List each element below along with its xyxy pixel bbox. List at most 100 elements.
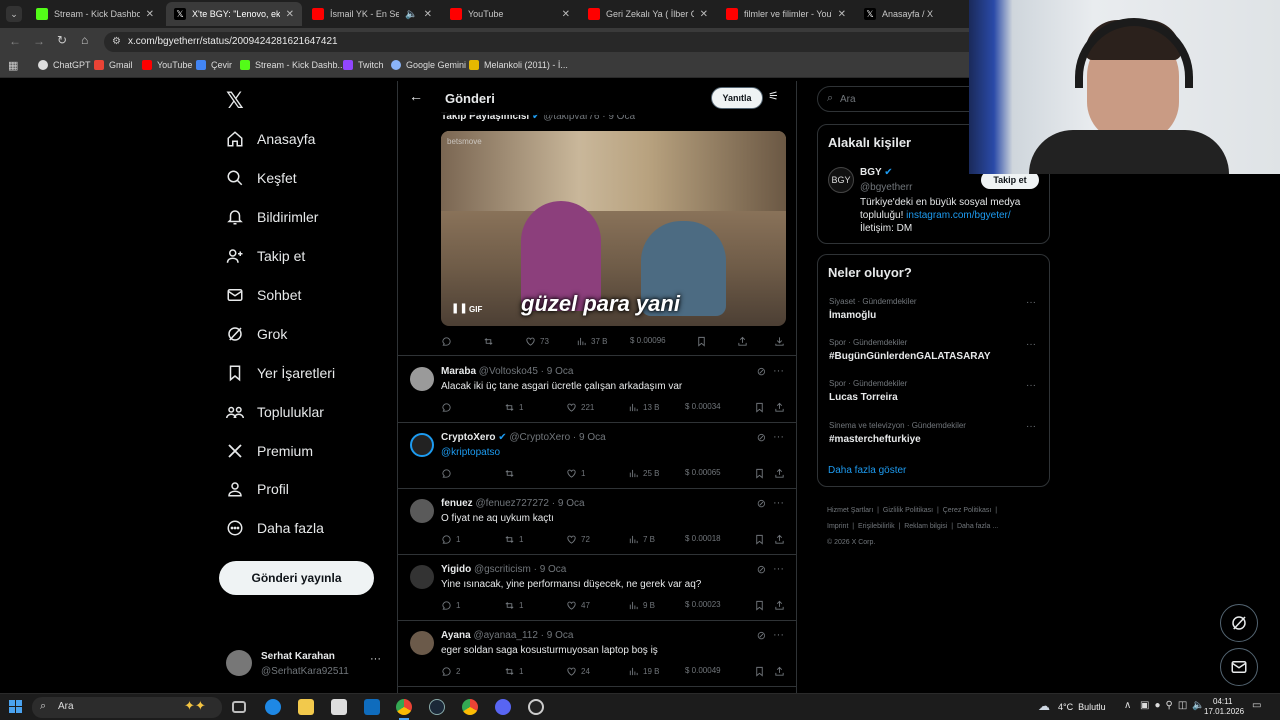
bookmark-melankoli[interactable]: Melankoli (2011) - İ... xyxy=(469,60,568,70)
reply-action[interactable]: 1 xyxy=(441,534,460,545)
nav-more[interactable]: Daha fazla xyxy=(226,519,324,537)
weather-text[interactable]: 4°C Bulutlu xyxy=(1058,702,1106,712)
retweet-action[interactable]: 1 xyxy=(504,666,523,677)
download-action[interactable] xyxy=(774,336,789,347)
nav-grok[interactable]: Grok xyxy=(226,325,287,343)
footer-link[interactable]: Imprint xyxy=(827,523,848,530)
views-action[interactable]: 25 B xyxy=(628,468,659,479)
bookmark-twitch[interactable]: Twitch xyxy=(343,60,384,70)
tray-chevron-icon[interactable]: ∧ xyxy=(1124,700,1131,711)
show-more-link[interactable]: Daha fazla göster xyxy=(828,465,906,476)
bookmark-youtube[interactable]: YouTube xyxy=(142,60,192,70)
share-action[interactable] xyxy=(774,468,789,479)
taskbar-search[interactable]: ⌕ Ara ✦✦ xyxy=(32,697,222,718)
retweet-action[interactable] xyxy=(504,468,519,479)
footer-link[interactable]: Reklam bilgisi xyxy=(904,523,947,530)
grok-analyze-icon[interactable]: ⊘ xyxy=(757,365,766,378)
footer-link[interactable]: Gizlilik Politikası xyxy=(883,507,933,514)
browser-tab[interactable]: YouTube ✕ xyxy=(442,2,578,26)
store-icon[interactable] xyxy=(331,699,347,715)
grok-analyze-icon[interactable]: ⊘ xyxy=(757,431,766,444)
reload-icon[interactable]: ↻ xyxy=(57,33,67,47)
edge-icon[interactable] xyxy=(265,699,281,715)
browser-tab[interactable]: Stream - Kick Dashboard✕ xyxy=(28,2,162,26)
chrome-icon[interactable] xyxy=(462,699,478,715)
footer-link[interactable]: Hizmet Şartları xyxy=(827,507,873,514)
like-action[interactable]: 47 xyxy=(566,600,590,611)
tab-search-icon[interactable]: ⌄ xyxy=(6,6,22,22)
close-icon[interactable]: ✕ xyxy=(146,9,154,20)
task-view-icon[interactable] xyxy=(232,701,246,713)
filter-sliders-icon[interactable]: ⚟ xyxy=(768,89,779,103)
grok-analyze-icon[interactable]: ⊘ xyxy=(757,629,766,642)
retweet-action[interactable]: 1 xyxy=(504,600,523,611)
home-icon[interactable]: ⌂ xyxy=(81,33,88,47)
more-icon[interactable]: ··· xyxy=(773,431,784,443)
nav-communities[interactable]: Topluluklar xyxy=(226,403,324,421)
bookmark-translate[interactable]: Çevir xyxy=(196,60,232,70)
reply-action[interactable]: 1 xyxy=(441,600,460,611)
like-action[interactable]: 73 xyxy=(525,336,549,347)
speaker-icon[interactable]: 🔈 xyxy=(405,9,417,20)
trend-item[interactable]: Siyaset · Gündemdekiler İmamoğlu xyxy=(829,297,917,321)
nav-follow[interactable]: Takip et xyxy=(226,247,305,265)
more-icon[interactable]: ··· xyxy=(1026,297,1036,308)
reply-tweet[interactable]: Maraba @Voltosko45 · 9 Oca ⊘ ··· Alacak … xyxy=(398,357,796,423)
nav-bookmarks[interactable]: Yer İşaretleri xyxy=(226,364,335,382)
forward-icon[interactable]: → xyxy=(33,34,45,48)
trend-item[interactable]: Spor · Gündemdekiler #BugünGünlerdenGALAT… xyxy=(829,338,990,362)
views-action[interactable]: 13 B xyxy=(628,402,659,413)
bookmark-action[interactable] xyxy=(696,336,711,347)
close-icon[interactable]: ✕ xyxy=(562,9,570,20)
browser-tab[interactable]: 𝕏 Anasayfa / X xyxy=(856,2,968,26)
nav-explore[interactable]: Keşfet xyxy=(226,169,297,187)
close-icon[interactable]: ✕ xyxy=(838,9,846,20)
reply-action[interactable] xyxy=(441,336,456,347)
share-action[interactable] xyxy=(774,600,789,611)
more-icon[interactable]: ··· xyxy=(773,563,784,575)
account-switcher[interactable]: Serhat Karahan @SerhatKara92511 ··· xyxy=(226,648,386,680)
more-icon[interactable]: ··· xyxy=(1026,421,1036,432)
share-action[interactable] xyxy=(774,534,789,545)
more-icon[interactable]: ··· xyxy=(773,629,784,641)
close-icon[interactable]: ✕ xyxy=(424,9,432,20)
avatar[interactable]: BGY xyxy=(828,167,854,193)
nav-premium[interactable]: Premium xyxy=(226,442,313,460)
browser-tab[interactable]: Geri Zekalı Ya ( İlber Ortay✕ xyxy=(580,2,716,26)
mention-link[interactable]: @kriptopatso xyxy=(441,447,500,458)
file-explorer-icon[interactable] xyxy=(298,699,314,715)
messages-float-button[interactable] xyxy=(1220,648,1258,686)
reply-action[interactable] xyxy=(441,402,456,413)
views-action[interactable]: 9 B xyxy=(628,600,655,611)
outlook-icon[interactable] xyxy=(364,699,380,715)
retweet-action[interactable]: 1 xyxy=(504,534,523,545)
steam-icon[interactable] xyxy=(429,699,445,715)
grok-float-button[interactable] xyxy=(1220,604,1258,642)
like-action[interactable]: 24 xyxy=(566,666,590,677)
browser-tab-active[interactable]: 𝕏X'te BGY: "Lenovo, ekrani✕ xyxy=(166,2,302,26)
notification-icon[interactable]: ▭ xyxy=(1252,700,1261,711)
reply-tweet[interactable]: Yigido @gscriticism · 9 Oca ⊘ ··· Yine ı… xyxy=(398,555,796,621)
more-icon[interactable]: ··· xyxy=(1026,380,1036,391)
more-icon[interactable]: ··· xyxy=(773,497,784,509)
clock-date[interactable]: 17.01.2026 xyxy=(1204,707,1244,716)
share-action[interactable] xyxy=(737,336,752,347)
more-icon[interactable]: ··· xyxy=(773,365,784,377)
like-action[interactable]: 1 xyxy=(566,468,585,479)
views-action[interactable]: 19 B xyxy=(628,666,659,677)
nav-notifications[interactable]: Bildirimler xyxy=(226,208,318,226)
top-tweet[interactable]: Takip Paylaşımcısı ✔ @takipvar76 · 9 Oca… xyxy=(398,107,796,356)
address-bar[interactable]: ⚙ x.com/bgyetherr/status/200942428162164… xyxy=(104,32,984,52)
tray-icons[interactable]: ▣●⚲◫🔈 xyxy=(1140,700,1210,711)
site-info-icon[interactable]: ⚙ xyxy=(112,32,121,52)
gif-media[interactable]: betsmove güzel para yani ❚❚ GIF xyxy=(441,131,786,326)
bio-link[interactable]: instagram.com/bgyeter/ xyxy=(906,210,1011,221)
grok-analyze-icon[interactable]: ⊘ xyxy=(757,497,766,510)
x-logo-icon[interactable]: 𝕏 xyxy=(226,88,244,114)
reply-action[interactable]: 2 xyxy=(441,666,460,677)
back-arrow-icon[interactable]: ← xyxy=(409,88,423,104)
retweet-action[interactable]: 1 xyxy=(504,402,523,413)
back-icon[interactable]: ← xyxy=(9,34,21,48)
reply-tweet[interactable]: CryptoXero ✔ @CryptoXero · 9 Oca ⊘ ··· @… xyxy=(398,423,796,489)
nav-home[interactable]: Anasayfa xyxy=(226,130,315,148)
